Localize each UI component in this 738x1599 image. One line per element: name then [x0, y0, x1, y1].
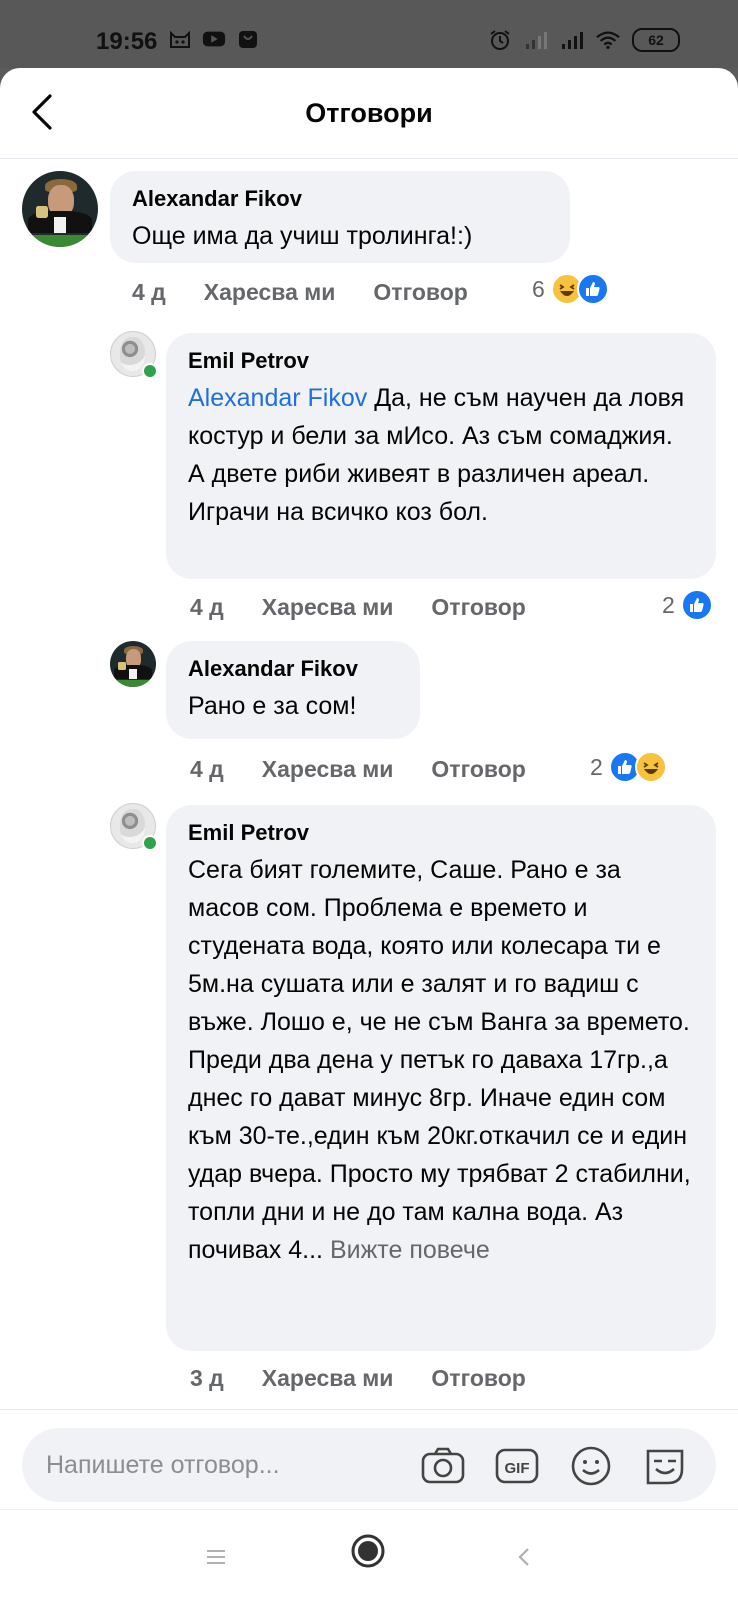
comment-actions: 3 д Харесва ми Отговор: [190, 1365, 526, 1392]
comment-bubble[interactable]: Alexandar Fikov Рано е за сом!: [166, 641, 420, 739]
like-button[interactable]: Харесва ми: [262, 756, 394, 783]
comment-age: 4 д: [132, 279, 166, 305]
like-reaction-icon: [576, 273, 609, 305]
online-status-dot: [142, 835, 158, 851]
alarm-icon: [488, 29, 512, 51]
online-status-dot: [142, 363, 158, 379]
comment-bubble[interactable]: Emil Petrov Alexandar Fikov Да, не съм н…: [166, 333, 716, 579]
comment-bubble[interactable]: Alexandar Fikov Още има да учиш тролинга…: [110, 171, 570, 263]
wifi-icon: [596, 29, 620, 51]
comment-2: Emil Petrov Alexandar Fikov Да, не съм н…: [0, 319, 738, 639]
comment-actions: 4 д Харесва ми Отговор: [190, 756, 526, 783]
reaction-count: 2: [662, 591, 675, 618]
comment-actions: 4 д Харесва ми Отговор: [132, 279, 468, 306]
reply-button[interactable]: Отговор: [431, 594, 525, 621]
header: Отговори: [0, 68, 738, 159]
status-time: 19:56: [96, 28, 158, 55]
comment-3: Alexandar Fikov Рано е за сом! 4 д Харес…: [0, 629, 738, 789]
youtube-icon: [202, 28, 226, 50]
replies-sheet: Отговори Alexandar Fikov Още има да учиш…: [0, 68, 738, 1599]
like-button[interactable]: Харесва ми: [262, 594, 394, 621]
reply-button[interactable]: Отговор: [431, 756, 525, 783]
mention-link[interactable]: Alexandar Fikov: [188, 384, 367, 412]
reaction-summary[interactable]: 2: [590, 751, 667, 783]
signal-icon-1: [524, 29, 548, 51]
comment-text: Рано е за сом!: [188, 692, 357, 720]
reaction-summary[interactable]: 6: [532, 273, 609, 305]
sticker-icon[interactable]: [642, 1443, 688, 1489]
comment-text: Сега бият големите, Саше. Рано е за масо…: [188, 851, 694, 1269]
system-nav-bar: [0, 1509, 738, 1599]
battery-indicator: 62: [632, 28, 680, 52]
comment-4: Emil Petrov Сега бият големите, Саше. Ра…: [0, 791, 738, 1409]
like-reaction-icon: [680, 589, 713, 621]
avatar[interactable]: [22, 171, 98, 247]
comment-age: 4 д: [190, 594, 224, 620]
comment-author[interactable]: Emil Petrov: [188, 819, 694, 847]
reply-input[interactable]: Напишете отговор... GIF: [22, 1428, 716, 1502]
comment-actions: 4 д Харесва ми Отговор: [190, 594, 526, 621]
comment-age: 4 д: [190, 756, 224, 782]
comment-author[interactable]: Alexandar Fikov: [188, 655, 398, 683]
reaction-count: 6: [532, 275, 545, 302]
status-right-icons: 62: [488, 28, 680, 52]
svg-text:GIF: GIF: [505, 1460, 530, 1477]
like-button[interactable]: Харесва ми: [204, 279, 336, 306]
gif-icon[interactable]: GIF: [494, 1443, 540, 1489]
see-more-link[interactable]: Вижте повече: [330, 1236, 490, 1264]
menu-icon[interactable]: [198, 1542, 234, 1572]
comment-bubble[interactable]: Emil Petrov Сега бият големите, Саше. Ра…: [166, 805, 716, 1351]
comment-body: Сега бият големите, Саше. Рано е за масо…: [188, 856, 691, 1264]
emoji-icon[interactable]: [568, 1443, 614, 1489]
reply-button[interactable]: Отговор: [373, 279, 467, 306]
like-button[interactable]: Харесва ми: [262, 1365, 394, 1392]
signal-icon-2: [560, 29, 584, 51]
comment-author[interactable]: Emil Petrov: [188, 347, 694, 375]
camera-icon[interactable]: [420, 1443, 466, 1489]
comment-list: Alexandar Fikov Още има да учиш тролинга…: [0, 159, 738, 1409]
reply-composer: Напишете отговор... GIF: [0, 1409, 738, 1510]
back-icon[interactable]: [506, 1542, 542, 1572]
comment-text: Още има да учиш тролинга!:): [132, 222, 473, 250]
comment-age: 3 д: [190, 1365, 224, 1391]
avatar[interactable]: [110, 641, 156, 687]
comment-author[interactable]: Alexandar Fikov: [132, 185, 548, 213]
haha-reaction-icon: [634, 751, 667, 783]
reply-button[interactable]: Отговор: [431, 1365, 525, 1392]
shopping-bag-icon: [236, 28, 260, 50]
comment-1: Alexandar Fikov Още има да учиш тролинга…: [0, 159, 738, 319]
reaction-count: 2: [590, 753, 603, 780]
page-title: Отговори: [305, 98, 433, 128]
comment-text: Alexandar Fikov Да, не съм научен да лов…: [188, 379, 694, 531]
reply-input-placeholder: Напишете отговор...: [46, 1451, 280, 1479]
status-bar: 19:56 62: [0, 0, 738, 68]
reaction-summary[interactable]: 2: [662, 589, 713, 621]
cat-app-icon: [168, 28, 192, 50]
status-left-icons: [168, 28, 260, 50]
home-icon[interactable]: [350, 1534, 386, 1568]
